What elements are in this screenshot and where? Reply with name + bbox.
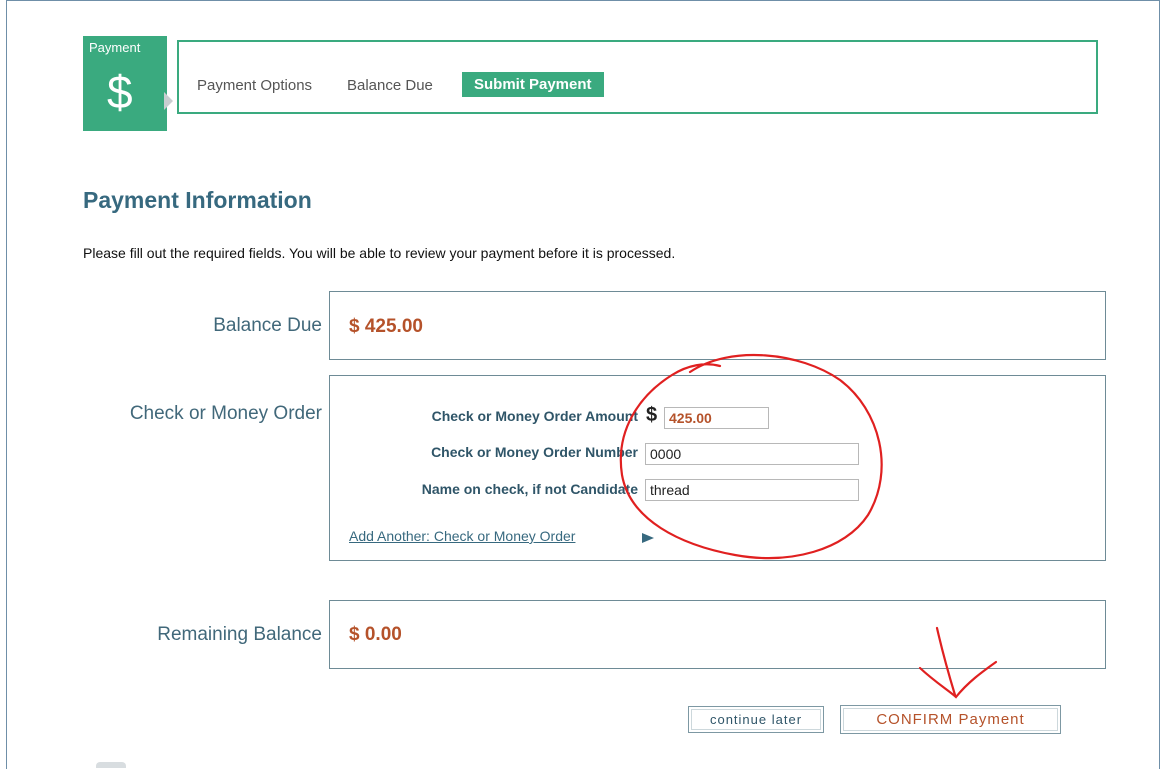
dollar-icon: $ (107, 66, 133, 118)
step-payment-options[interactable]: Payment Options (197, 77, 312, 94)
step-submit-payment[interactable]: Submit Payment (462, 72, 604, 97)
payment-badge: Payment $ (83, 36, 167, 131)
check-name-label: Name on check, if not Candidate (421, 481, 638, 497)
currency-sign: $ (646, 404, 658, 426)
instructions-text: Please fill out the required fields. You… (83, 245, 676, 261)
balance-due-box (329, 291, 1106, 360)
badge-pointer-icon (164, 92, 173, 110)
step-balance-due[interactable]: Balance Due (347, 77, 433, 94)
step-progress: Payment Options Balance Due Submit Payme… (177, 40, 1098, 114)
continue-later-button[interactable]: continue later (688, 706, 824, 733)
check-amount-label: Check or Money Order Amount (431, 408, 638, 424)
check-name-input[interactable] (645, 479, 859, 501)
remaining-balance-label: Remaining Balance (157, 624, 322, 645)
balance-due-amount: $ 425.00 (349, 316, 423, 337)
check-number-label: Check or Money Order Number (431, 444, 638, 460)
footer-icon (96, 762, 126, 768)
page-title: Payment Information (83, 187, 312, 213)
check-number-input[interactable] (645, 443, 859, 465)
check-amount-input[interactable] (664, 407, 769, 429)
add-another-check-link[interactable]: Add Another: Check or Money Order (349, 528, 575, 544)
balance-due-label: Balance Due (213, 315, 322, 336)
check-section-label: Check or Money Order (129, 403, 322, 424)
remaining-balance-box (329, 600, 1106, 669)
badge-label: Payment (89, 40, 141, 55)
remaining-balance-amount: $ 0.00 (349, 624, 402, 645)
confirm-payment-button[interactable]: CONFIRM Payment (840, 705, 1061, 734)
arrow-right-icon (642, 533, 654, 543)
